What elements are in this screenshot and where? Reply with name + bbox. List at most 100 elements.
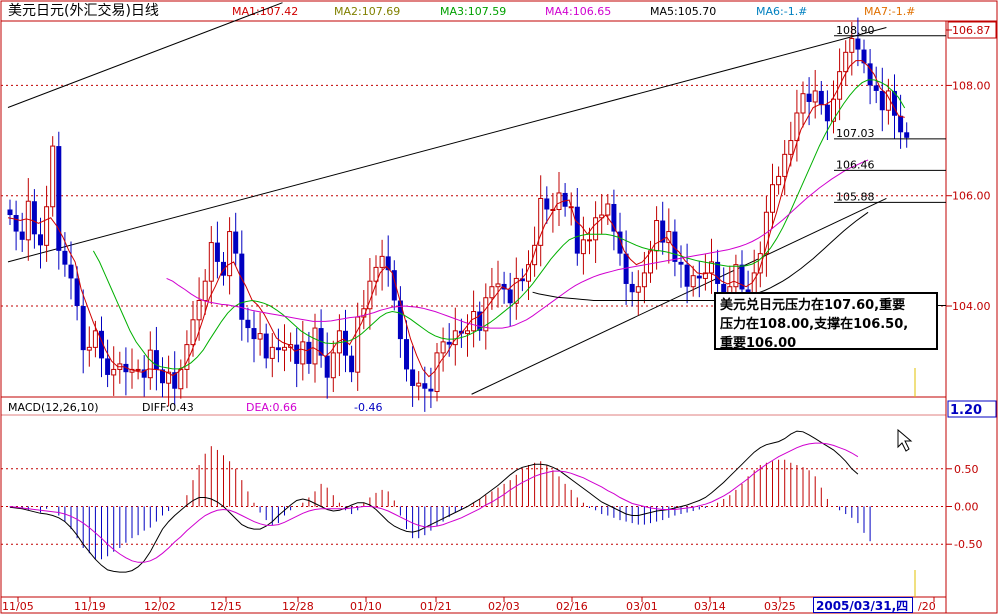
candle-up: [25, 200, 31, 241]
candle-down: [507, 289, 513, 304]
candle-up: [635, 286, 641, 293]
cursor-date-box: 2005/03/31,四: [813, 597, 913, 613]
macd-diff-value: DIFF:0.43: [142, 401, 194, 414]
candle-down: [446, 341, 452, 345]
candle-down: [38, 234, 43, 246]
candle-up: [587, 239, 592, 242]
candle-up: [605, 203, 611, 216]
candle-down: [684, 264, 690, 287]
macd-y-axis-label: 0.50: [954, 463, 979, 476]
ma-legend-label: MA1:107.42: [232, 5, 298, 18]
x-axis-label: 01/21: [420, 600, 452, 613]
x-axis-label: 12/15: [210, 600, 242, 613]
x-axis-label: /20: [918, 600, 936, 613]
candle-up: [471, 311, 477, 332]
x-axis-label: 02/03: [488, 600, 520, 613]
candle-up: [208, 242, 214, 282]
candle-down: [349, 355, 355, 373]
candle-down: [428, 388, 434, 392]
y-axis-label: 106.00: [952, 190, 991, 203]
candle-up: [44, 206, 50, 246]
candle-down: [879, 90, 885, 111]
candle-up: [580, 239, 586, 255]
candle-up: [812, 90, 818, 103]
candle-up: [440, 341, 446, 354]
candle-down: [629, 283, 635, 293]
candle-down: [324, 355, 330, 378]
annotation-line: 压力在108.00,支撑在106.50,: [720, 317, 909, 332]
candle-down: [294, 344, 300, 364]
candle-up: [654, 220, 660, 252]
x-axis-label: 12/28: [282, 600, 314, 613]
candle-up: [843, 51, 849, 73]
candle-down: [678, 261, 684, 265]
ma-legend-label: MA7:-1.#: [864, 5, 915, 18]
candle-down: [239, 253, 245, 320]
y-axis-label: 108.00: [952, 79, 991, 92]
candle-up: [690, 275, 696, 288]
candle-down: [873, 85, 879, 91]
candle-up: [190, 319, 196, 346]
price-marker-label: 107.03: [836, 127, 875, 140]
trend-line: [7, 27, 887, 263]
candle-down: [153, 350, 159, 370]
candle-up: [434, 352, 440, 392]
y-axis-label: 104.00: [952, 300, 991, 313]
candle-up: [92, 330, 98, 348]
candle-down: [245, 319, 251, 329]
candle-up: [282, 346, 287, 351]
candle-up: [641, 272, 647, 288]
candle-down: [221, 261, 226, 276]
candle-up: [800, 93, 806, 114]
candle-down: [214, 242, 220, 262]
candle-down: [251, 328, 257, 340]
macd-title: MACD(12,26,10): [8, 401, 99, 414]
candle-up: [776, 175, 782, 186]
candle-up: [147, 349, 153, 379]
candle-down: [263, 333, 269, 359]
candle-down: [696, 275, 702, 279]
macd-histogram: [9, 446, 871, 560]
x-axis-label: 12/02: [144, 600, 176, 613]
price-y-axis: 106.87 108.00 106.00 104.00: [946, 21, 997, 313]
candle-down: [13, 215, 19, 232]
candle-down: [410, 369, 416, 386]
macd-bar-value: -0.46: [354, 401, 382, 414]
candle-up: [782, 153, 788, 177]
candle-down: [105, 358, 111, 375]
candle-down: [68, 264, 74, 279]
macd-line-diff: [9, 430, 859, 573]
price-marker-label: 105.88: [836, 190, 875, 203]
candle-down: [562, 192, 568, 207]
x-axis-label: 02/16: [556, 600, 588, 613]
candle-down: [855, 38, 861, 50]
candle-down: [19, 231, 25, 240]
candle-down: [74, 278, 80, 307]
candle-down: [544, 198, 550, 210]
mouse-pointer-icon: [897, 428, 913, 452]
candle-up: [489, 286, 495, 299]
candle-up: [111, 368, 117, 376]
candle-up: [257, 333, 263, 340]
annotation-line: 美元兑日元压力在107.60,重要: [720, 298, 906, 313]
candle-down: [275, 347, 281, 351]
candle-up: [770, 184, 775, 213]
ma-legend-label: MA6:-1.#: [756, 5, 807, 18]
macd-y-axis-label: 1.20: [950, 403, 982, 418]
candle-up: [269, 346, 275, 359]
candle-down: [306, 341, 312, 364]
x-axis-label: 11/05: [2, 600, 34, 613]
ma-legend-label: MA4:106.65: [545, 5, 611, 18]
candle-down: [343, 330, 348, 356]
candle-down: [422, 383, 428, 389]
chart-window: 美元日元(外汇交易)日线 MA1:107.42 MA2:107.69 MA3:107…: [0, 0, 998, 615]
candle-up: [86, 346, 92, 351]
candle-up: [227, 231, 233, 277]
macd-dea-value: DEA:0.66: [246, 401, 297, 414]
x-axis-label: 03/01: [626, 600, 658, 613]
candle-up: [312, 327, 318, 365]
macd-y-axis: 1.20 0.50 0.00 -0.50: [946, 400, 997, 551]
candle-up: [300, 341, 306, 365]
candle-up: [416, 382, 422, 387]
candle-up: [733, 264, 739, 288]
